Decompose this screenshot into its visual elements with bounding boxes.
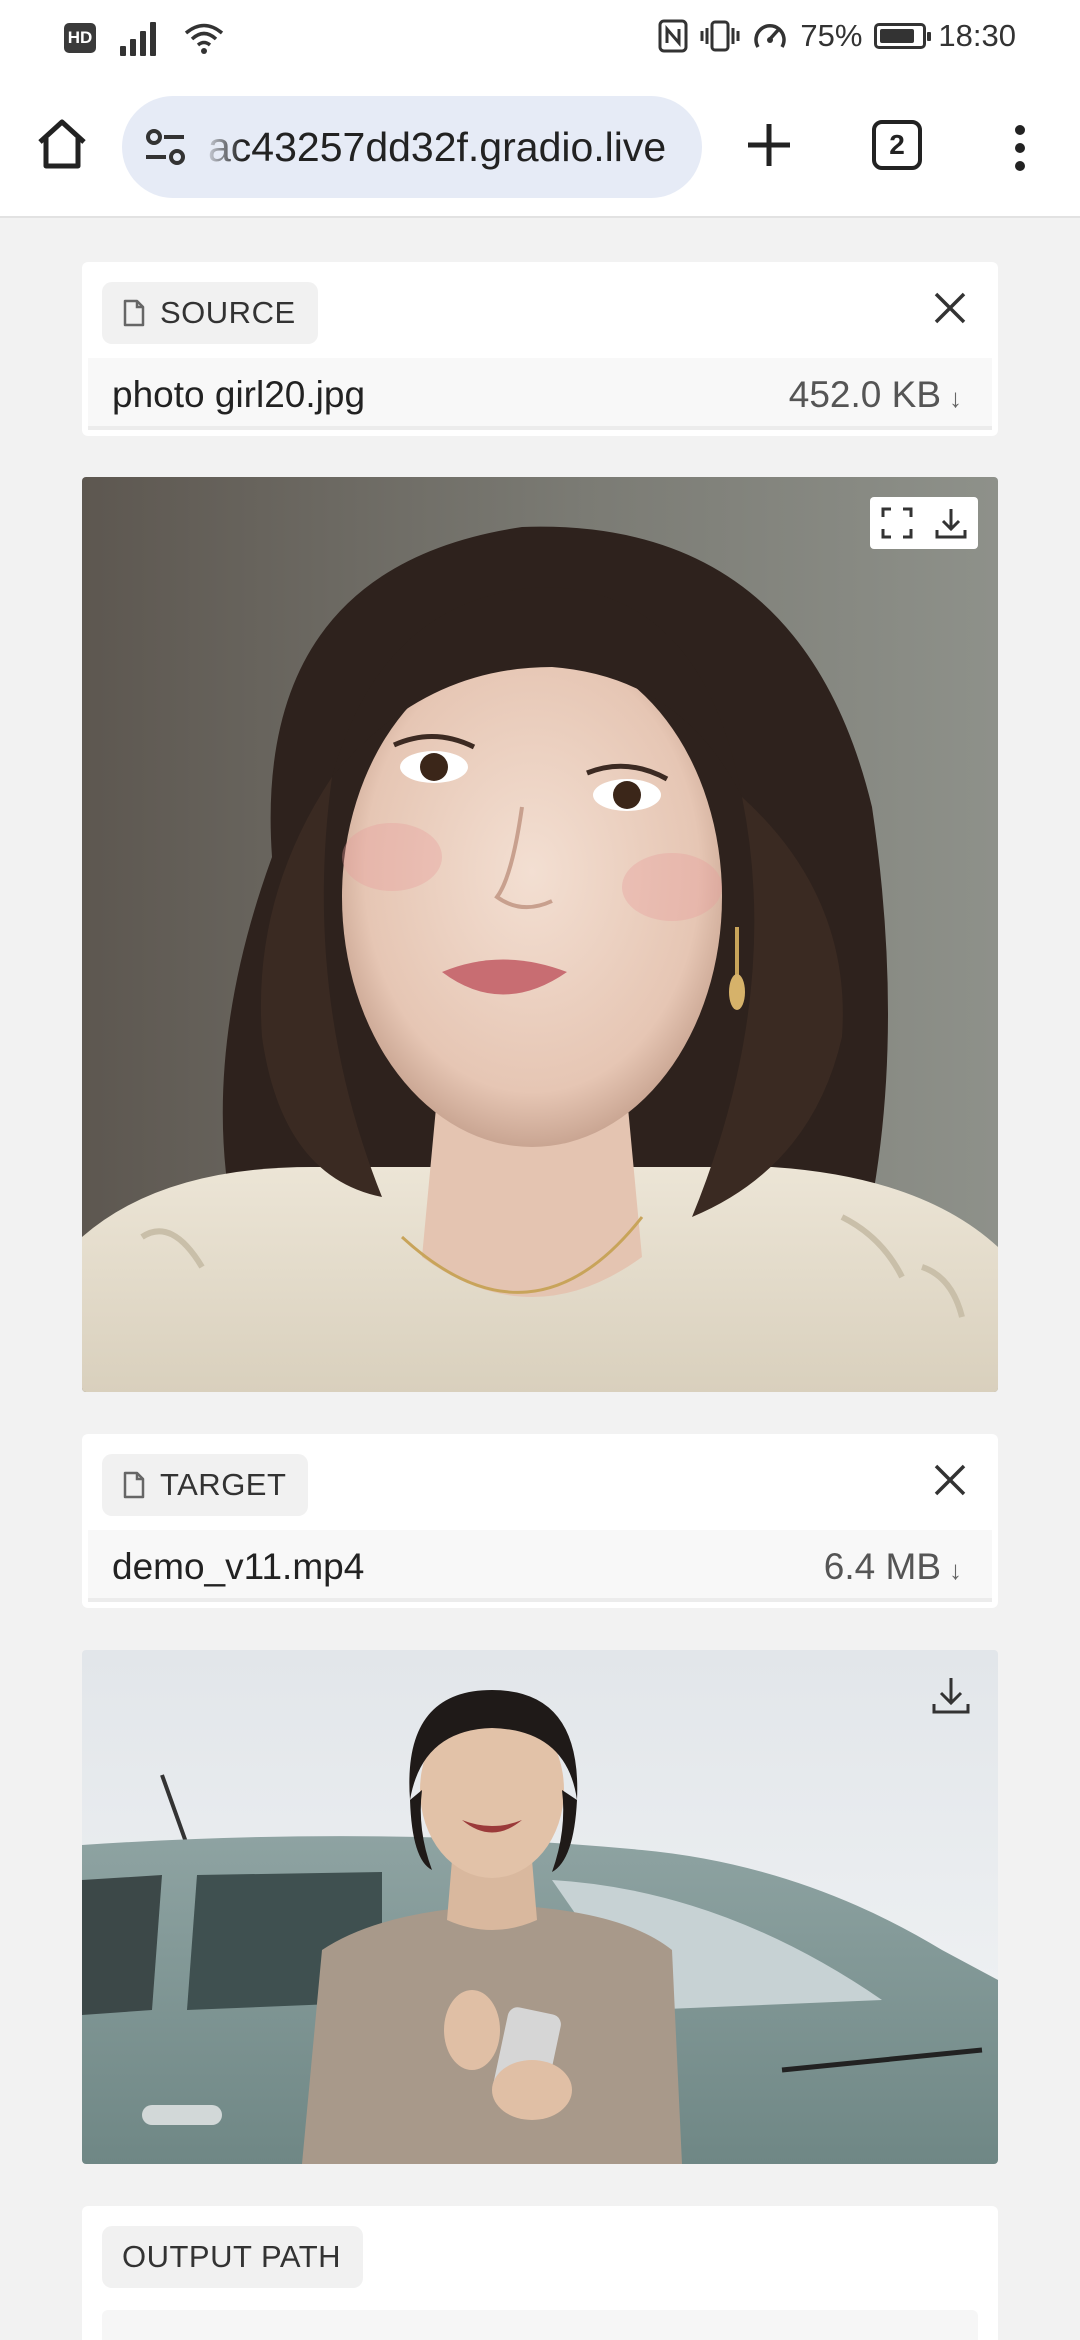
source-file-size: 452.0 KB ↓ (789, 374, 962, 416)
browser-toolbar: ac43257dd32f.gradio.live 2 (0, 76, 1080, 218)
clock: 18:30 (938, 18, 1016, 53)
url-fade (202, 96, 242, 198)
target-file-row[interactable]: demo_v11.mp4 6.4 MB ↓ (88, 1530, 992, 1602)
image-toolbar (870, 497, 978, 549)
portrait-image (82, 477, 998, 1392)
download-arrow-icon[interactable]: ↓ (949, 383, 962, 413)
status-bar: HD 75% 18:30 (0, 0, 1080, 76)
battery-icon (874, 23, 932, 49)
source-image-preview (82, 477, 998, 1392)
wifi-icon (184, 23, 224, 54)
output-path-card: OUTPUT PATH (82, 2206, 998, 2340)
hd-icon: HD (64, 23, 96, 53)
signal-icon (120, 22, 156, 56)
vibrate-icon (700, 20, 740, 52)
close-icon[interactable] (930, 1460, 970, 1500)
source-file-card: SOURCE photo girl20.jpg 452.0 KB ↓ (82, 262, 998, 436)
nfc-icon (658, 19, 688, 53)
data-saver-icon (754, 24, 787, 48)
menu-icon[interactable] (1002, 120, 1038, 176)
output-label-text: OUTPUT PATH (122, 2239, 342, 2274)
close-icon[interactable] (930, 288, 970, 328)
new-tab-icon[interactable] (740, 116, 798, 174)
download-icon[interactable] (924, 497, 978, 549)
site-settings-icon[interactable] (142, 124, 190, 170)
battery-percent: 75% (800, 18, 863, 53)
target-file-card: TARGET demo_v11.mp4 6.4 MB ↓ (82, 1434, 998, 1608)
source-size-value: 452.0 KB (788, 374, 941, 415)
tabs-icon[interactable]: 2 (872, 120, 922, 170)
output-label: OUTPUT PATH (102, 2226, 364, 2288)
source-label: SOURCE (102, 282, 318, 344)
source-file-row[interactable]: photo girl20.jpg 452.0 KB ↓ (88, 358, 992, 430)
target-label: TARGET (102, 1454, 309, 1516)
target-label-text: TARGET (160, 1467, 287, 1502)
target-file-size: 6.4 MB ↓ (824, 1546, 962, 1588)
video-frame (82, 1650, 998, 2164)
address-bar[interactable]: ac43257dd32f.gradio.live (122, 96, 702, 198)
source-label-text: SOURCE (160, 295, 296, 330)
status-right: 75% 18:30 (658, 18, 1016, 54)
target-file-name[interactable]: demo_v11.mp4 (112, 1546, 364, 1588)
download-icon[interactable] (928, 1672, 974, 1718)
target-size-value: 6.4 MB (823, 1546, 941, 1587)
source-file-name[interactable]: photo girl20.jpg (112, 374, 365, 416)
fullscreen-icon[interactable] (870, 497, 924, 549)
file-icon (123, 1471, 145, 1499)
file-icon (123, 299, 145, 327)
target-video-preview[interactable] (82, 1650, 998, 2164)
home-icon[interactable] (34, 116, 90, 172)
output-path-input[interactable] (102, 2310, 978, 2340)
url-text[interactable]: ac43257dd32f.gradio.live (208, 124, 666, 171)
download-arrow-icon[interactable]: ↓ (949, 1555, 962, 1585)
status-left: HD (64, 20, 224, 56)
